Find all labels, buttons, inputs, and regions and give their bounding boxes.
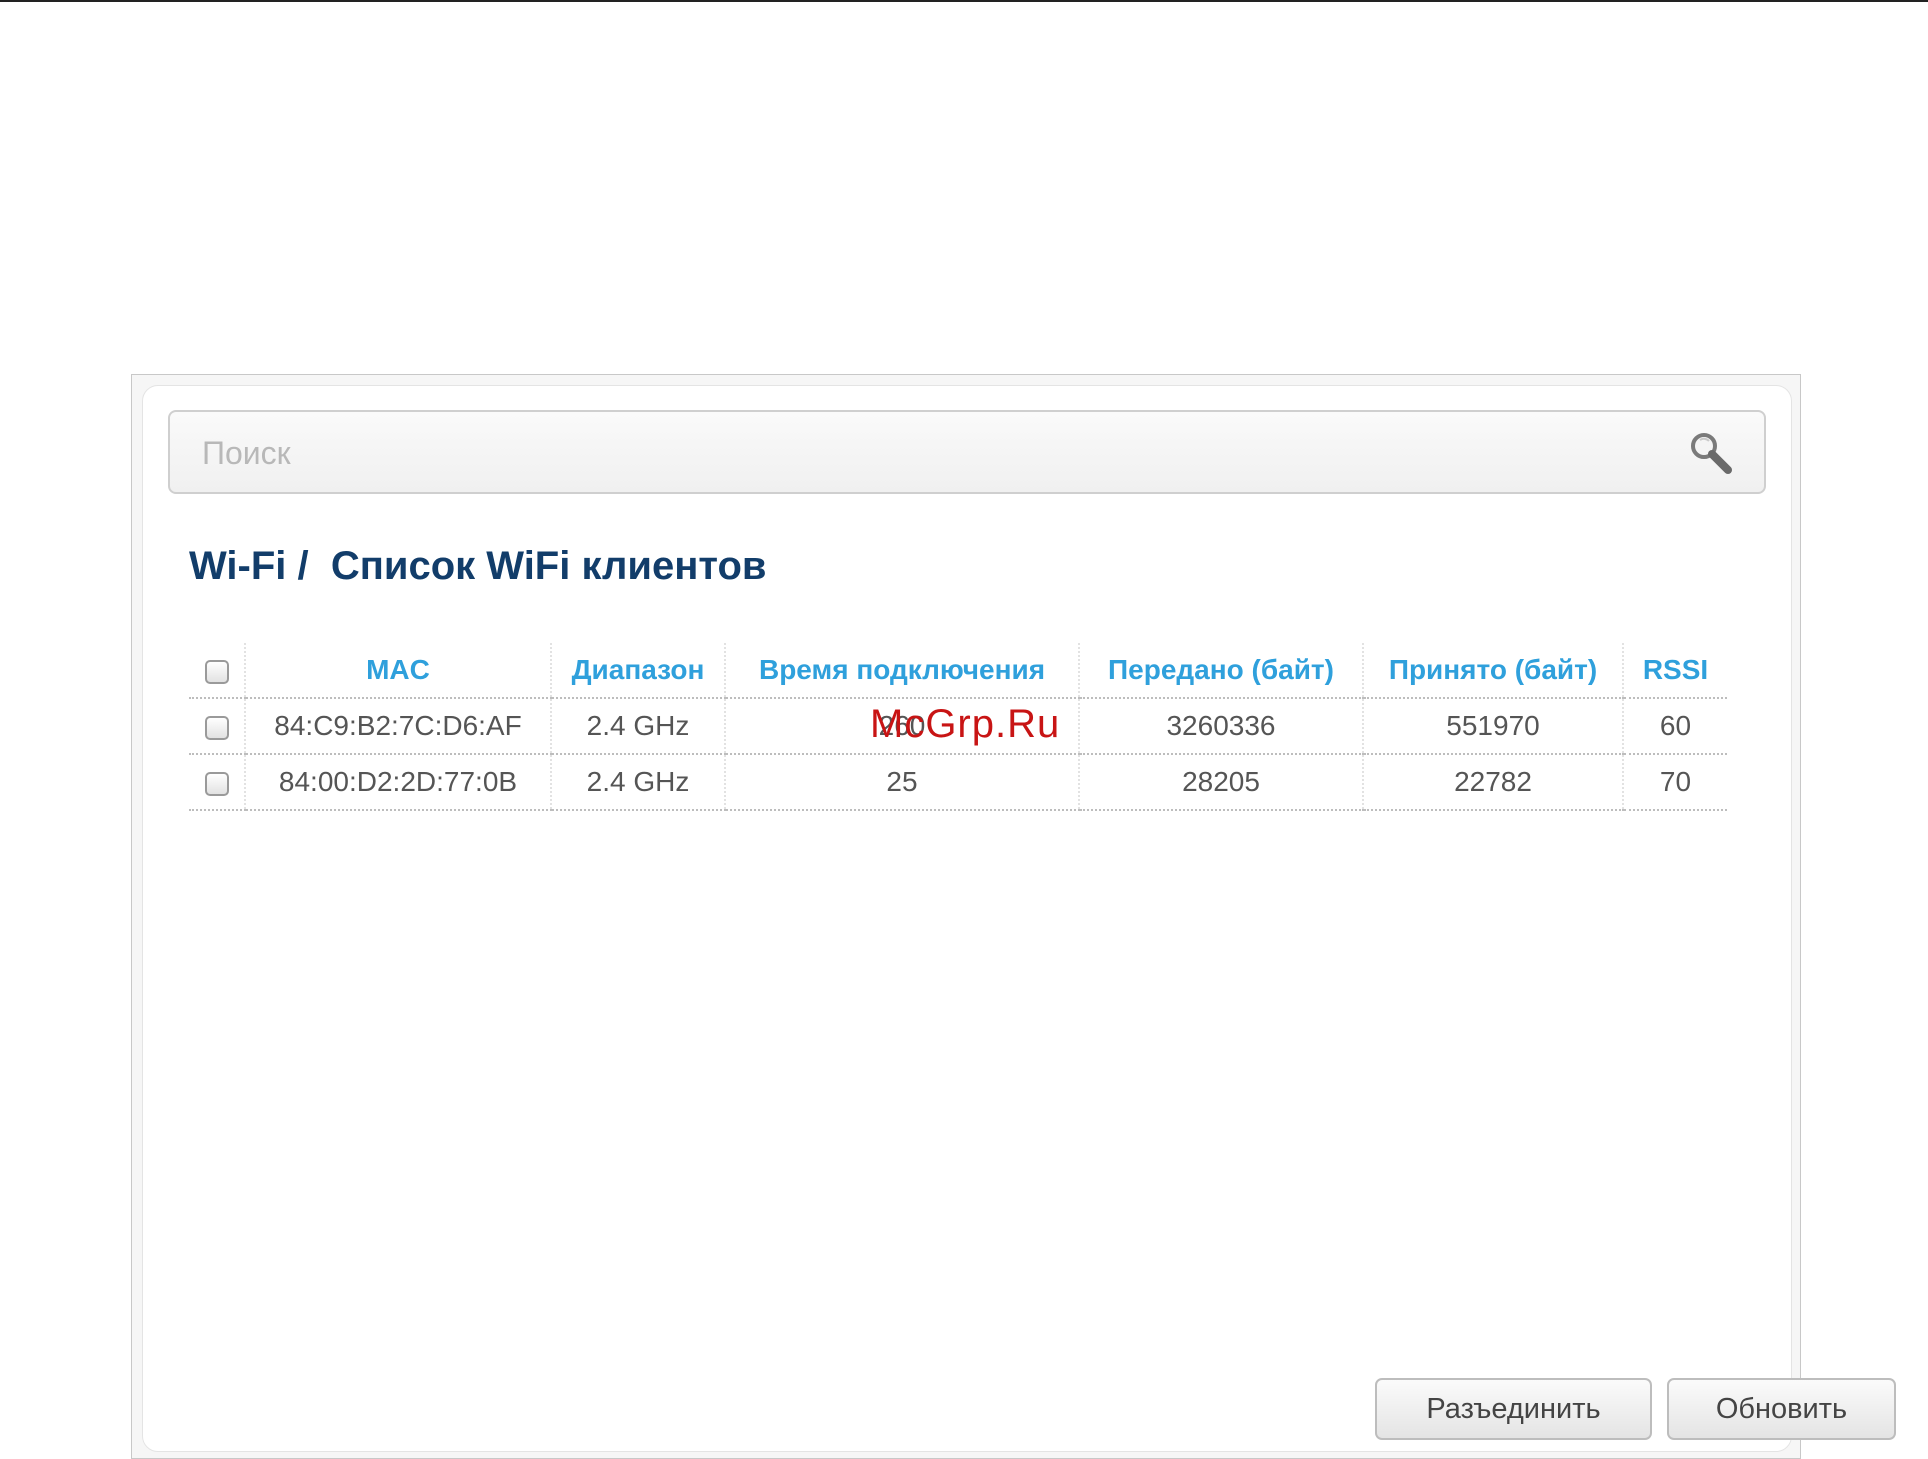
refresh-button[interactable]: Обновить	[1667, 1378, 1896, 1440]
cell-rssi: 70	[1622, 754, 1727, 811]
cell-band: 2.4 GHz	[550, 698, 725, 755]
cell-sent-bytes: 3260336	[1078, 698, 1363, 755]
top-divider	[0, 0, 1928, 2]
search-input[interactable]	[200, 426, 1654, 480]
watermark: McGrp.Ru	[870, 702, 1061, 746]
row-checkbox[interactable]	[204, 715, 229, 740]
cell-band: 2.4 GHz	[550, 754, 725, 811]
cell-mac: 84:C9:B2:7C:D6:AF	[244, 698, 551, 755]
row-select-cell	[189, 698, 245, 755]
column-header-band[interactable]: Диапазон	[550, 643, 725, 699]
column-header-sent-bytes[interactable]: Передано (байт)	[1078, 643, 1363, 699]
row-select-cell	[189, 754, 245, 811]
column-header-connection-time[interactable]: Время подключения	[724, 643, 1079, 699]
cell-received-bytes: 22782	[1362, 754, 1623, 811]
row-checkbox[interactable]	[204, 771, 229, 796]
window-frame: Wi-Fi / Список WiFi клиентов MAC Диапазо…	[131, 374, 1896, 1459]
cell-connection-time: 25	[724, 754, 1079, 811]
select-all-cell	[189, 643, 245, 699]
cell-sent-bytes: 28205	[1078, 754, 1363, 811]
content-panel: Wi-Fi / Список WiFi клиентов MAC Диапазо…	[142, 385, 1896, 1452]
table-header-row: MAC Диапазон Время подключения Передано …	[189, 643, 1727, 699]
cell-rssi: 60	[1622, 698, 1727, 755]
page-title: Wi-Fi / Список WiFi клиентов	[189, 544, 767, 588]
column-header-received-bytes[interactable]: Принято (байт)	[1362, 643, 1623, 699]
cell-received-bytes: 551970	[1362, 698, 1623, 755]
select-all-checkbox[interactable]	[204, 659, 229, 684]
disconnect-button[interactable]: Разъединить	[1375, 1378, 1652, 1440]
search-bar	[168, 410, 1766, 494]
column-header-mac[interactable]: MAC	[244, 643, 551, 699]
cell-mac: 84:00:D2:2D:77:0B	[244, 754, 551, 811]
column-header-rssi[interactable]: RSSI	[1622, 643, 1727, 699]
table-row[interactable]: 84:00:D2:2D:77:0B 2.4 GHz 25 28205 22782…	[189, 754, 1727, 811]
search-icon[interactable]	[1688, 430, 1734, 476]
